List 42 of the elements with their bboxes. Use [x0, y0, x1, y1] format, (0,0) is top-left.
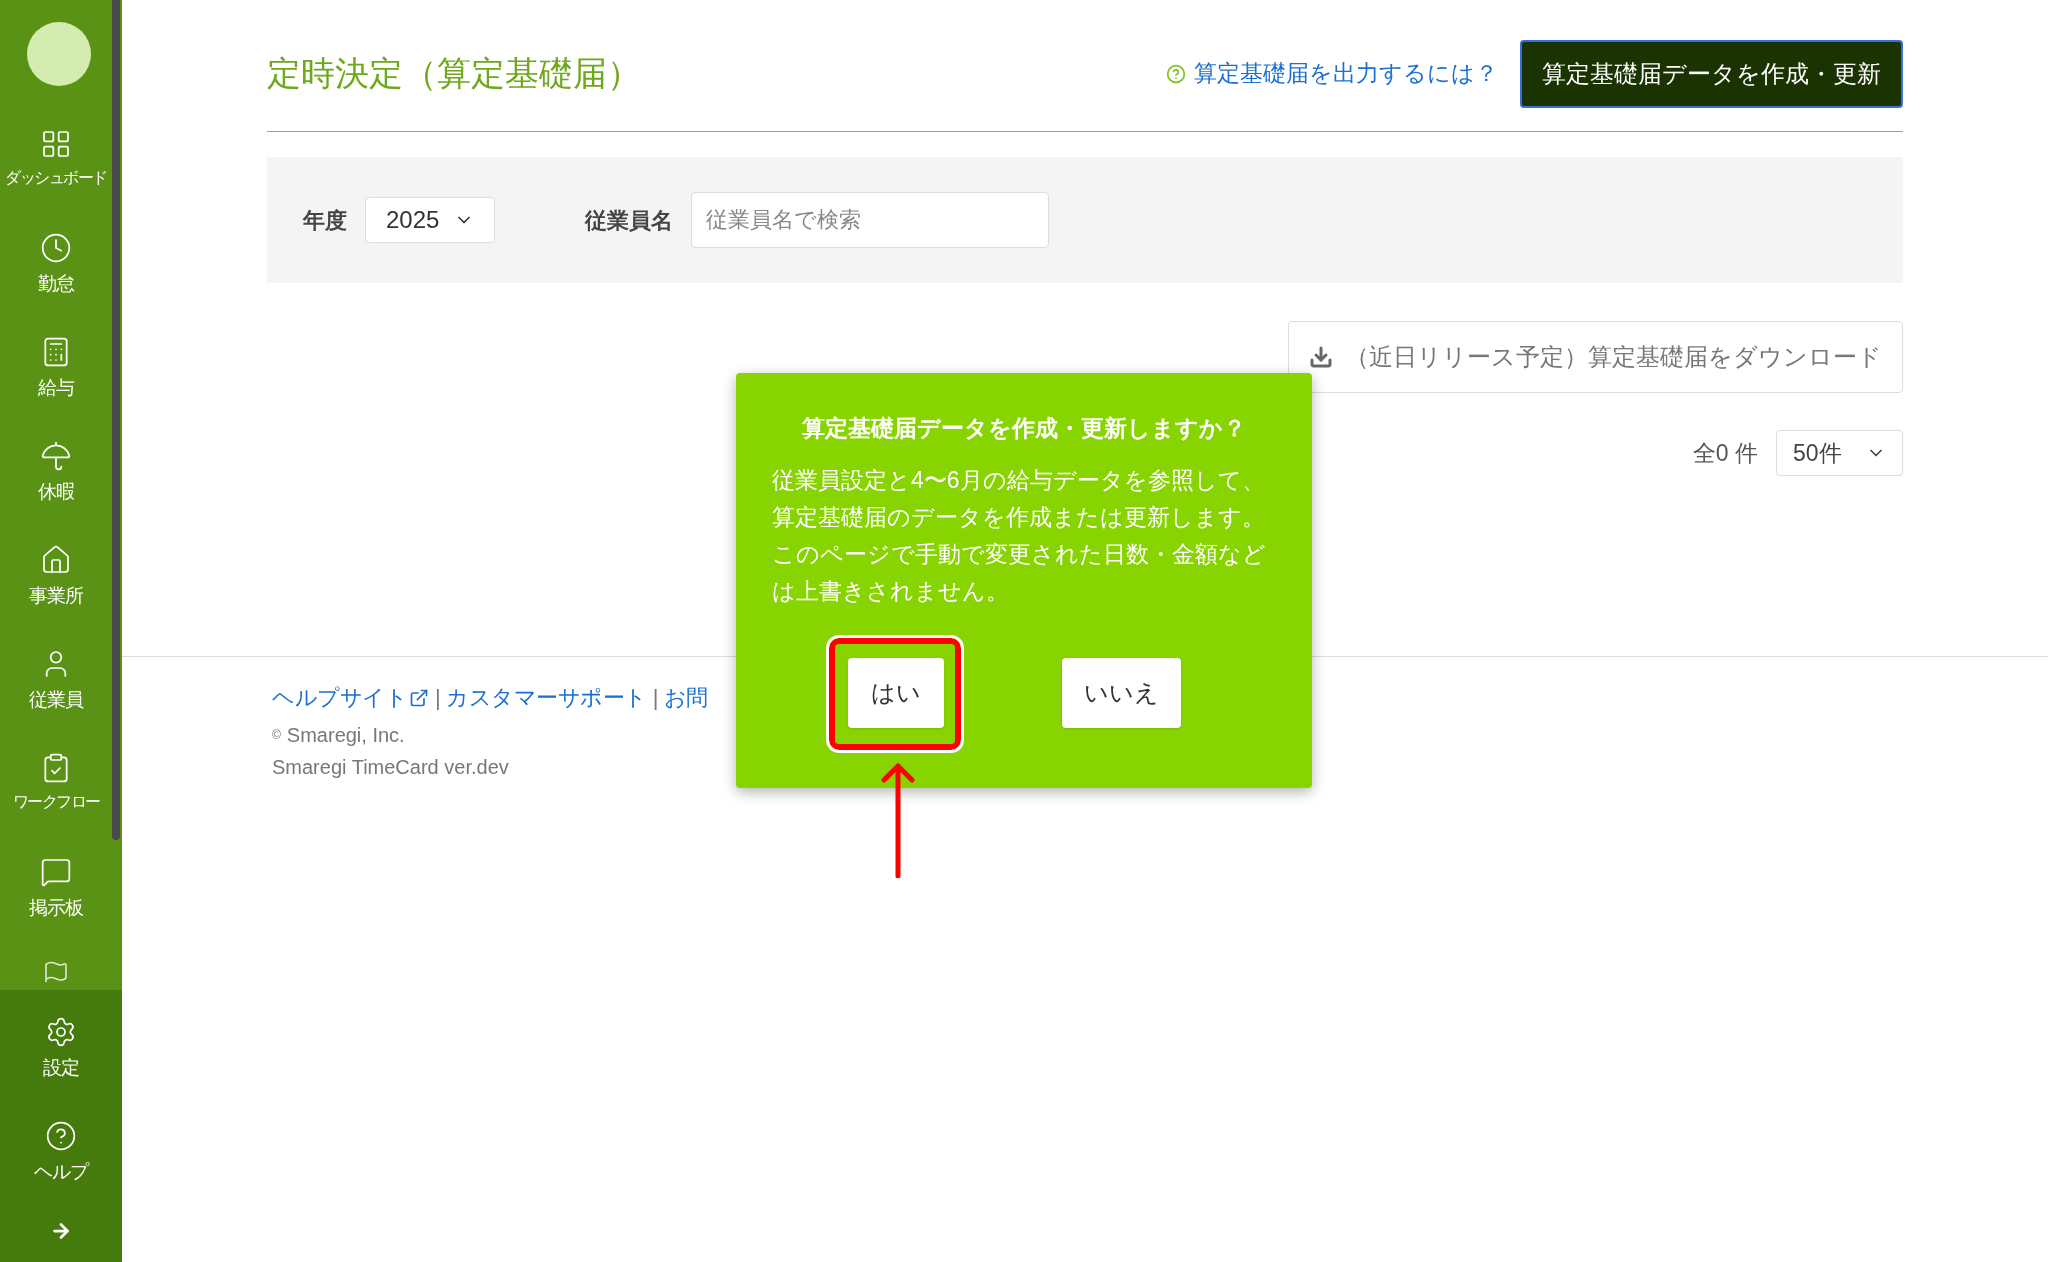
- clock-icon: [40, 232, 72, 264]
- download-icon: [1309, 345, 1333, 369]
- download-button[interactable]: （近日リリース予定）算定基礎届をダウンロード: [1288, 321, 1903, 393]
- house-icon: [40, 544, 72, 576]
- year-select[interactable]: 2025: [365, 197, 495, 243]
- page-title: 定時決定（算定基礎届）: [267, 53, 641, 94]
- external-link-icon: [409, 687, 429, 708]
- nav-item[interactable]: ワークフロー: [0, 734, 112, 838]
- help-icon: [45, 1120, 77, 1152]
- dialog-button[interactable]: いいえ: [1061, 657, 1181, 728]
- copyright-mark: ©: [272, 727, 281, 744]
- nav-item[interactable]: ダッシュボード: [0, 110, 112, 214]
- separator: |: [435, 684, 441, 712]
- chat-icon: [40, 856, 72, 888]
- employee-label: 従業員名: [585, 206, 673, 235]
- dialog-message: 従業員設定と4〜6月の給与データを参照して、 算定基礎届のデータを作成または更新します。 このページで手動で変更された日数・金額など は上書きされません。: [772, 465, 1266, 606]
- footer-link[interactable]: カスタマーサポート: [446, 681, 647, 714]
- settings-icon: [45, 1016, 77, 1048]
- umbrella-icon: [40, 440, 72, 472]
- nav-item[interactable]: 従業員: [0, 630, 112, 734]
- year-label: 年度: [303, 206, 347, 235]
- nav-item[interactable]: 設定: [0, 998, 122, 1102]
- employee-search-field[interactable]: 従業員名で検索: [691, 192, 1049, 248]
- dialog-title: 算定基礎届データを作成・更新しますか？: [802, 414, 1246, 443]
- page-size-select[interactable]: 50件: [1776, 430, 1903, 476]
- total-count: 全0 件: [1692, 438, 1758, 468]
- help-icon: [1166, 63, 1186, 84]
- separator: |: [652, 684, 658, 712]
- nav-item[interactable]: 掲示板: [0, 838, 112, 942]
- grid-icon: [40, 128, 72, 160]
- nav-item[interactable]: 給与: [0, 318, 112, 422]
- nav-item[interactable]: ヘルプ: [0, 1102, 122, 1206]
- create-update-button[interactable]: 算定基礎届データを作成・更新: [1520, 39, 1903, 108]
- nav-item[interactable]: 勤怠: [0, 214, 112, 318]
- copyright-text: Smaregi, Inc.: [286, 723, 405, 748]
- help-link[interactable]: 算定基礎届を出力するには？: [1166, 56, 1498, 91]
- nav-item[interactable]: 休暇: [0, 422, 112, 526]
- footer-link[interactable]: お問: [663, 681, 708, 714]
- footer-link[interactable]: ヘルプサイト: [272, 681, 429, 714]
- dialog-button[interactable]: はい: [847, 657, 944, 728]
- version-text: Smaregi TimeCard ver.dev: [272, 755, 510, 780]
- nav-item[interactable]: 事業所: [0, 526, 112, 630]
